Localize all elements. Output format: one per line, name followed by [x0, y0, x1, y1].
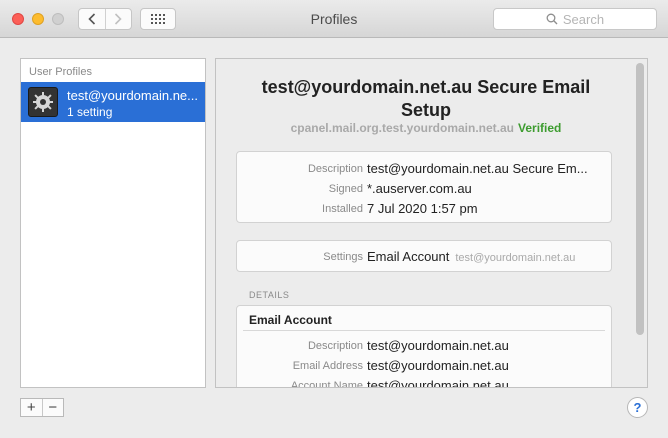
account-label: Email Address	[292, 360, 363, 372]
profile-name: test@yourdomain.ne...	[67, 88, 198, 103]
remove-profile-button[interactable]: −	[41, 399, 64, 416]
details-heading: DETAILS	[249, 290, 290, 300]
summary-label: Installed	[322, 203, 363, 215]
account-value: test@yourdomain.net.au	[367, 358, 509, 373]
title-bar: Profiles Search	[0, 0, 668, 38]
detail-scrollbar[interactable]	[636, 63, 644, 335]
email-account-box: Email Account Description test@yourdomai…	[236, 305, 613, 388]
summary-value: 7 Jul 2020 1:57 pm	[367, 201, 478, 216]
search-placeholder: Search	[562, 11, 605, 27]
profile-hostname-row: cpanel.mail.org.test.yourdomain.net.au Ve…	[226, 121, 626, 135]
account-label: Account Name	[290, 380, 363, 388]
account-row: Account Name test@yourdomain.net.au	[237, 376, 613, 388]
summary-value: *.auserver.com.au	[367, 181, 472, 196]
account-value: test@yourdomain.net.au	[367, 378, 509, 388]
account-row: Description test@yourdomain.net.au	[237, 336, 613, 356]
summary-box: Description test@yourdomain.net.au Secur…	[236, 151, 612, 223]
summary-value: test@yourdomain.net.au Secure Em...	[367, 161, 588, 176]
profile-setting-count: 1 setting	[67, 105, 113, 119]
profile-title: test@yourdomain.net.au Secure Email Setu…	[261, 77, 591, 120]
divider	[243, 330, 605, 331]
sidebar-item-profile[interactable]: test@yourdomain.ne... 1 setting	[21, 82, 205, 122]
settings-row: Settings Email Account test@yourdomain.ne…	[237, 247, 613, 267]
search-icon	[546, 13, 558, 25]
account-label: Description	[307, 340, 363, 352]
add-remove-control: + −	[20, 398, 64, 417]
settings-type: Email Account	[367, 249, 450, 264]
summary-label: Signed	[328, 183, 363, 195]
profile-hostname: cpanel.mail.org.test.yourdomain.net.au	[290, 121, 515, 135]
summary-row: Description test@yourdomain.net.au Secur…	[237, 159, 613, 179]
gear-icon	[28, 87, 58, 117]
summary-row: Signed *.auserver.com.au	[237, 179, 613, 199]
settings-value: Email Account test@yourdomain.net.au	[367, 249, 575, 264]
search-field[interactable]: Search	[493, 8, 657, 30]
settings-label: Settings	[323, 251, 363, 263]
account-row: Email Address test@yourdomain.net.au	[237, 356, 613, 376]
sidebar-heading: User Profiles	[29, 66, 92, 78]
verified-badge: Verified	[518, 121, 562, 135]
add-profile-button[interactable]: +	[21, 399, 42, 416]
summary-row: Installed 7 Jul 2020 1:57 pm	[237, 199, 613, 219]
settings-box[interactable]: Settings Email Account test@yourdomain.ne…	[236, 240, 612, 272]
profiles-sidebar: User Profiles test@yourdomain.ne... 1 se…	[20, 58, 206, 388]
profile-detail-pane: test@yourdomain.net.au Secure Email Setu…	[215, 58, 648, 388]
summary-label: Description	[307, 163, 363, 175]
account-value: test@yourdomain.net.au	[367, 338, 509, 353]
settings-detail: test@yourdomain.net.au	[455, 252, 576, 264]
help-button[interactable]: ?	[627, 397, 648, 418]
email-account-heading: Email Account	[249, 313, 332, 327]
